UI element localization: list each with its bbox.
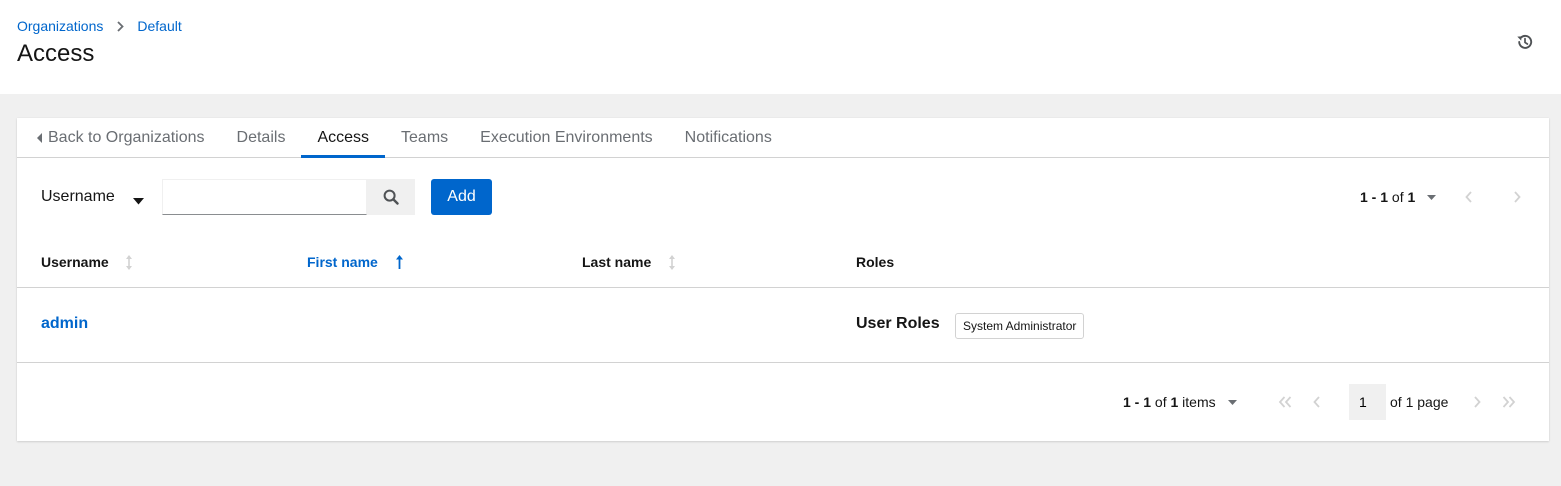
page-header: Organizations Default Access (0, 0, 1561, 94)
last-page-button[interactable] (1501, 394, 1517, 410)
page-count-label: of 1 page (1390, 384, 1448, 420)
username-link[interactable]: admin (41, 315, 88, 333)
angle-right-icon (1513, 191, 1521, 203)
column-label: Roles (856, 254, 895, 270)
role-chip: System Administrator (955, 313, 1085, 339)
angle-left-icon (1313, 396, 1321, 408)
filter-field-label: Username (41, 188, 115, 205)
angle-right-icon (1473, 396, 1481, 408)
tab-label: Access (317, 128, 370, 146)
history-icon[interactable] (1514, 31, 1536, 53)
pagination-total: 1 (1407, 189, 1416, 205)
pagination-bottom: 1 - 1 of 1 items of 1 page (17, 384, 1549, 420)
tab-label: Teams (401, 128, 449, 146)
tab-access[interactable]: Access (301, 118, 385, 158)
search-input[interactable] (162, 179, 367, 215)
tab-teams[interactable]: Teams (385, 118, 464, 157)
column-label: Last name (582, 254, 652, 270)
search-icon (383, 189, 399, 205)
long-arrow-up-icon (396, 255, 403, 269)
breadcrumb-default[interactable]: Default (137, 18, 181, 34)
pagination-range: 1 - 1 (1360, 189, 1389, 205)
angle-double-left-icon (1278, 396, 1292, 408)
angle-double-right-icon (1502, 396, 1516, 408)
column-label: Username (41, 254, 109, 270)
tab-back-to-organizations[interactable]: Back to Organizations (17, 118, 221, 157)
search-button[interactable] (367, 179, 415, 215)
arrows-alt-v-icon (126, 255, 132, 270)
next-page-button[interactable] (1469, 394, 1485, 410)
pagination-of-word: of (1390, 394, 1402, 410)
tab-notifications[interactable]: Notifications (669, 118, 788, 157)
add-button[interactable]: Add (431, 179, 492, 215)
angle-right-icon (117, 20, 125, 32)
caret-down-icon (133, 192, 144, 210)
tab-label: Details (236, 128, 286, 146)
tab-bar: Back to Organizations Details Access Tea… (17, 118, 1549, 158)
breadcrumb: Organizations Default (17, 18, 182, 34)
first-page-button[interactable] (1277, 394, 1293, 410)
pagination-of: of (1154, 394, 1167, 410)
caret-left-icon (37, 132, 43, 143)
caret-down-icon (1427, 194, 1437, 200)
previous-page-button[interactable] (1309, 394, 1325, 410)
column-header-first-name[interactable]: First name (307, 254, 403, 270)
page-title: Access (17, 40, 95, 67)
access-card: Back to Organizations Details Access Tea… (17, 118, 1549, 441)
page-number-input[interactable] (1349, 384, 1386, 420)
tab-label: Back to Organizations (48, 128, 205, 146)
pagination-items-word: items (1182, 394, 1216, 410)
column-header-roles: Roles (856, 254, 894, 270)
toolbar: Username Add 1 - 1 of 1 (17, 179, 1549, 215)
filter-field-select[interactable]: Username (41, 179, 161, 215)
pagination-range: 1 - 1 (1123, 394, 1152, 410)
caret-down-icon (1227, 399, 1237, 405)
pagination-page-total: 1 (1405, 394, 1414, 410)
pagination-items-summary[interactable]: 1 - 1 of 1 items (1123, 384, 1237, 420)
user-roles-label: User Roles (856, 315, 940, 332)
breadcrumb-organizations[interactable]: Organizations (17, 18, 103, 34)
column-label: First name (307, 254, 378, 270)
pagination-total: 1 (1170, 394, 1179, 410)
table-row: admin User Roles System Administrator (17, 289, 1549, 363)
pagination-page-word: page (1417, 394, 1449, 410)
table-header: Username First name Last name Roles (17, 240, 1549, 288)
previous-page-button[interactable] (1461, 189, 1477, 205)
pagination-top-summary[interactable]: 1 - 1 of 1 (1360, 179, 1437, 215)
tab-label: Notifications (684, 128, 772, 146)
angle-left-icon (1465, 191, 1473, 203)
column-header-last-name[interactable]: Last name (582, 254, 675, 270)
column-header-username[interactable]: Username (41, 254, 132, 270)
tab-execution-environments[interactable]: Execution Environments (464, 118, 669, 157)
arrows-alt-v-icon (669, 255, 675, 270)
tab-label: Execution Environments (480, 128, 653, 146)
pagination-of: of (1391, 189, 1404, 205)
tab-details[interactable]: Details (221, 118, 302, 157)
next-page-button[interactable] (1509, 189, 1525, 205)
